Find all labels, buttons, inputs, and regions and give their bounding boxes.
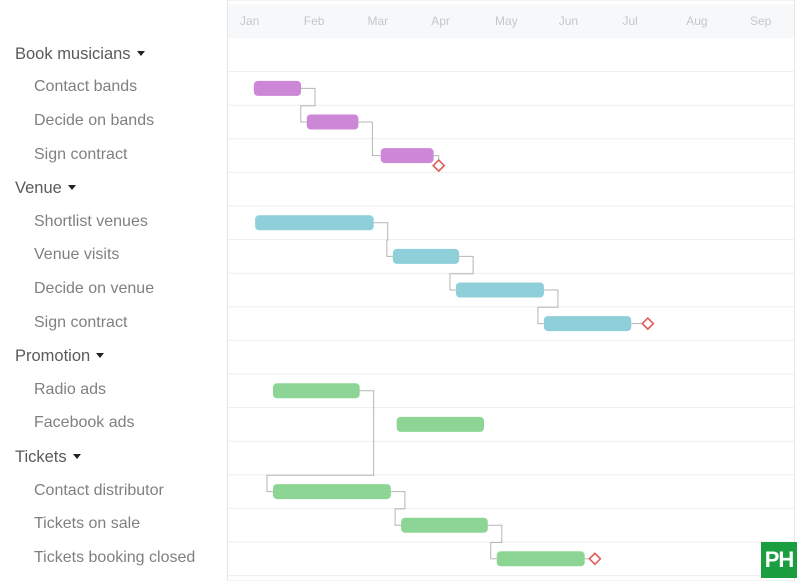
caret-down-icon[interactable]	[136, 50, 145, 56]
task-bar[interactable]	[306, 114, 359, 130]
task-name: Decide on bands	[34, 112, 155, 129]
task-bar[interactable]	[253, 80, 302, 96]
month-tick-label: Jan	[240, 14, 259, 28]
group-header[interactable]: Book musicians	[15, 45, 145, 64]
task-name: Contact bands	[34, 78, 138, 96]
gantt-chart: Jan Feb Mar Apr May Jun Jul Aug Sep	[227, 0, 795, 581]
month-tick-label: Jul	[623, 14, 638, 28]
task-name: Decide on venue	[34, 280, 155, 297]
task-label[interactable]: Sign contract	[34, 314, 127, 332]
month-tick-label: Jun	[559, 14, 578, 28]
task-name: Sign contract	[34, 145, 128, 163]
task-label[interactable]: Tickets booking closed	[34, 549, 195, 567]
task-label[interactable]: Contact distributor	[34, 482, 164, 500]
task-name: Facebook ads	[34, 414, 135, 432]
task-list: Book musicians Contact bands Decide on ban…	[0, 0, 227, 581]
task-bar[interactable]	[455, 282, 544, 298]
ph-logo-text: PH	[764, 547, 795, 572]
month-tick-label: May	[495, 14, 518, 28]
task-bar[interactable]	[255, 215, 374, 231]
group-name: Venue	[15, 179, 62, 198]
task-name: Tickets booking closed	[34, 548, 196, 566]
group-name: Book musicians	[15, 44, 131, 63]
task-bar[interactable]	[396, 416, 484, 432]
month-tick-label: Feb	[304, 14, 325, 28]
task-name: Tickets on sale	[34, 515, 141, 533]
task-name: Sign contract	[34, 313, 128, 331]
group-header[interactable]: Venue	[15, 179, 76, 198]
task-name: Shortlist venues	[34, 212, 148, 230]
task-label[interactable]: Radio ads	[34, 381, 106, 399]
task-label[interactable]: Decide on bands	[34, 112, 154, 130]
task-bar[interactable]	[543, 316, 632, 332]
task-label[interactable]: Contact bands	[34, 78, 137, 96]
group-header[interactable]: Tickets	[15, 448, 81, 467]
task-label[interactable]: Venue visits	[34, 246, 119, 264]
month-tick-label: Aug	[686, 14, 707, 28]
group-name: Promotion	[15, 347, 91, 366]
caret-down-icon[interactable]	[96, 353, 105, 359]
task-bar[interactable]	[380, 148, 434, 164]
month-tick-label: Apr	[431, 14, 450, 28]
caret-down-icon[interactable]	[67, 185, 76, 191]
group-name: Tickets	[15, 448, 67, 466]
task-bar[interactable]	[392, 248, 460, 264]
task-bar[interactable]	[401, 517, 488, 533]
month-tick-label: Sep	[750, 14, 772, 28]
month-tick-label: Mar	[368, 14, 389, 28]
task-name: Venue visits	[34, 246, 120, 264]
ph-logo-badge: PH	[761, 542, 797, 578]
caret-down-icon[interactable]	[72, 454, 81, 460]
task-bar[interactable]	[496, 551, 585, 567]
task-bar[interactable]	[272, 484, 391, 500]
task-name: Contact distributor	[34, 481, 164, 499]
task-label[interactable]: Sign contract	[34, 146, 127, 164]
task-label[interactable]: Shortlist venues	[34, 213, 148, 231]
group-header[interactable]: Promotion	[15, 347, 105, 366]
task-name: Radio ads	[34, 380, 107, 398]
task-label[interactable]: Facebook ads	[34, 414, 135, 432]
task-label[interactable]: Tickets on sale	[34, 515, 140, 533]
task-bar[interactable]	[272, 383, 360, 399]
task-label[interactable]: Decide on venue	[34, 280, 154, 298]
